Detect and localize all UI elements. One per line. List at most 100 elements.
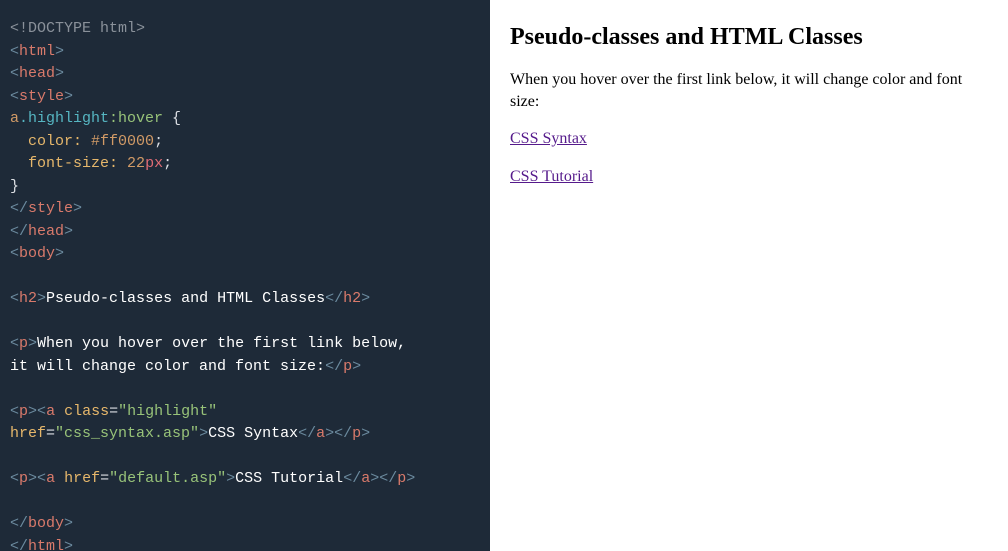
code-token: > (28, 335, 37, 352)
code-token: 22 (127, 155, 145, 172)
code-line (10, 311, 480, 334)
code-token: h2 (343, 290, 361, 307)
code-line: <head> (10, 63, 480, 86)
code-token: head (28, 223, 64, 240)
code-line: <p><a href="default.asp">CSS Tutorial</a… (10, 468, 480, 491)
code-token: p (397, 470, 406, 487)
code-token: < (10, 290, 19, 307)
code-token: href (10, 425, 46, 442)
code-token: CSS Syntax (208, 425, 298, 442)
code-token: </ (10, 200, 28, 217)
code-token: > (370, 470, 379, 487)
code-token: p (19, 335, 28, 352)
code-token: CSS Tutorial (235, 470, 343, 487)
code-token: </ (343, 470, 361, 487)
code-token: Pseudo-classes and HTML Classes (46, 290, 325, 307)
code-token: body (28, 515, 64, 532)
code-token: head (19, 65, 55, 82)
preview-link-wrapper-1: CSS Syntax (510, 128, 988, 150)
code-token (10, 380, 19, 397)
preview-heading: Pseudo-classes and HTML Classes (510, 24, 988, 51)
code-token: > (406, 470, 415, 487)
preview-panel: Pseudo-classes and HTML Classes When you… (490, 0, 1008, 551)
code-token: > (64, 88, 73, 105)
code-line: <p><a class="highlight" (10, 401, 480, 424)
code-line: <style> (10, 86, 480, 109)
code-token: #ff0000 (91, 133, 154, 150)
code-token: > (73, 200, 82, 217)
code-token: > (199, 425, 208, 442)
code-token: </ (379, 470, 397, 487)
code-token: < (10, 65, 19, 82)
code-token: <!DOCTYPE html> (10, 20, 145, 37)
code-token (10, 493, 19, 510)
code-token: font-size: (28, 155, 118, 172)
preview-paragraph: When you hover over the first link below… (510, 69, 988, 112)
code-token: a (46, 470, 64, 487)
code-token: < (10, 88, 19, 105)
code-token: class (64, 403, 109, 420)
link-css-tutorial[interactable]: CSS Tutorial (510, 168, 593, 185)
code-token: < (10, 43, 19, 60)
code-line (10, 378, 480, 401)
code-token (10, 313, 19, 330)
code-token: .highlight (19, 110, 109, 127)
code-token: } (10, 178, 19, 195)
code-token: html (28, 538, 64, 551)
code-token: </ (10, 538, 28, 551)
code-token: href (64, 470, 100, 487)
code-line: color: #ff0000; (10, 131, 480, 154)
code-token: { (163, 110, 181, 127)
code-token: </ (298, 425, 316, 442)
code-line: </style> (10, 198, 480, 221)
code-line: </body> (10, 513, 480, 536)
code-token: > (55, 245, 64, 262)
link-css-syntax[interactable]: CSS Syntax (510, 130, 587, 147)
code-line: a.highlight:hover { (10, 108, 480, 131)
code-token: h2 (19, 290, 37, 307)
code-token: > (55, 43, 64, 60)
code-token: < (10, 245, 19, 262)
code-token: px (145, 155, 163, 172)
code-line (10, 491, 480, 514)
code-token: </ (325, 358, 343, 375)
code-token: html (19, 43, 55, 60)
code-token: = (46, 425, 55, 442)
code-token: > (64, 515, 73, 532)
code-token: = (109, 403, 118, 420)
code-line: <!DOCTYPE html> (10, 18, 480, 41)
code-token: a (10, 110, 19, 127)
code-token: color: (28, 133, 82, 150)
code-token (10, 133, 28, 150)
code-token: < (10, 335, 19, 352)
code-token: > (352, 358, 361, 375)
code-token: = (100, 470, 109, 487)
code-line: it will change color and font size:</p> (10, 356, 480, 379)
code-token: </ (10, 223, 28, 240)
code-line: <p>When you hover over the first link be… (10, 333, 480, 356)
code-token: > (28, 403, 37, 420)
code-token: </ (325, 290, 343, 307)
code-editor-panel[interactable]: <!DOCTYPE html><html><head><style>a.high… (0, 0, 490, 551)
code-token: > (28, 470, 37, 487)
code-token (10, 268, 19, 285)
code-token: < (37, 403, 46, 420)
code-token: p (19, 470, 28, 487)
code-token: a (46, 403, 64, 420)
code-line: </head> (10, 221, 480, 244)
code-token: > (226, 470, 235, 487)
code-token: < (10, 403, 19, 420)
code-token: style (19, 88, 64, 105)
code-line: } (10, 176, 480, 199)
code-token (10, 155, 28, 172)
code-token: > (55, 65, 64, 82)
code-token: it will change color and font size: (10, 358, 325, 375)
code-token: body (19, 245, 55, 262)
code-token: p (19, 403, 28, 420)
code-token: a (361, 470, 370, 487)
code-line: </html> (10, 536, 480, 551)
code-line: font-size: 22px; (10, 153, 480, 176)
code-line: <body> (10, 243, 480, 266)
code-token: p (343, 358, 352, 375)
code-line (10, 446, 480, 469)
